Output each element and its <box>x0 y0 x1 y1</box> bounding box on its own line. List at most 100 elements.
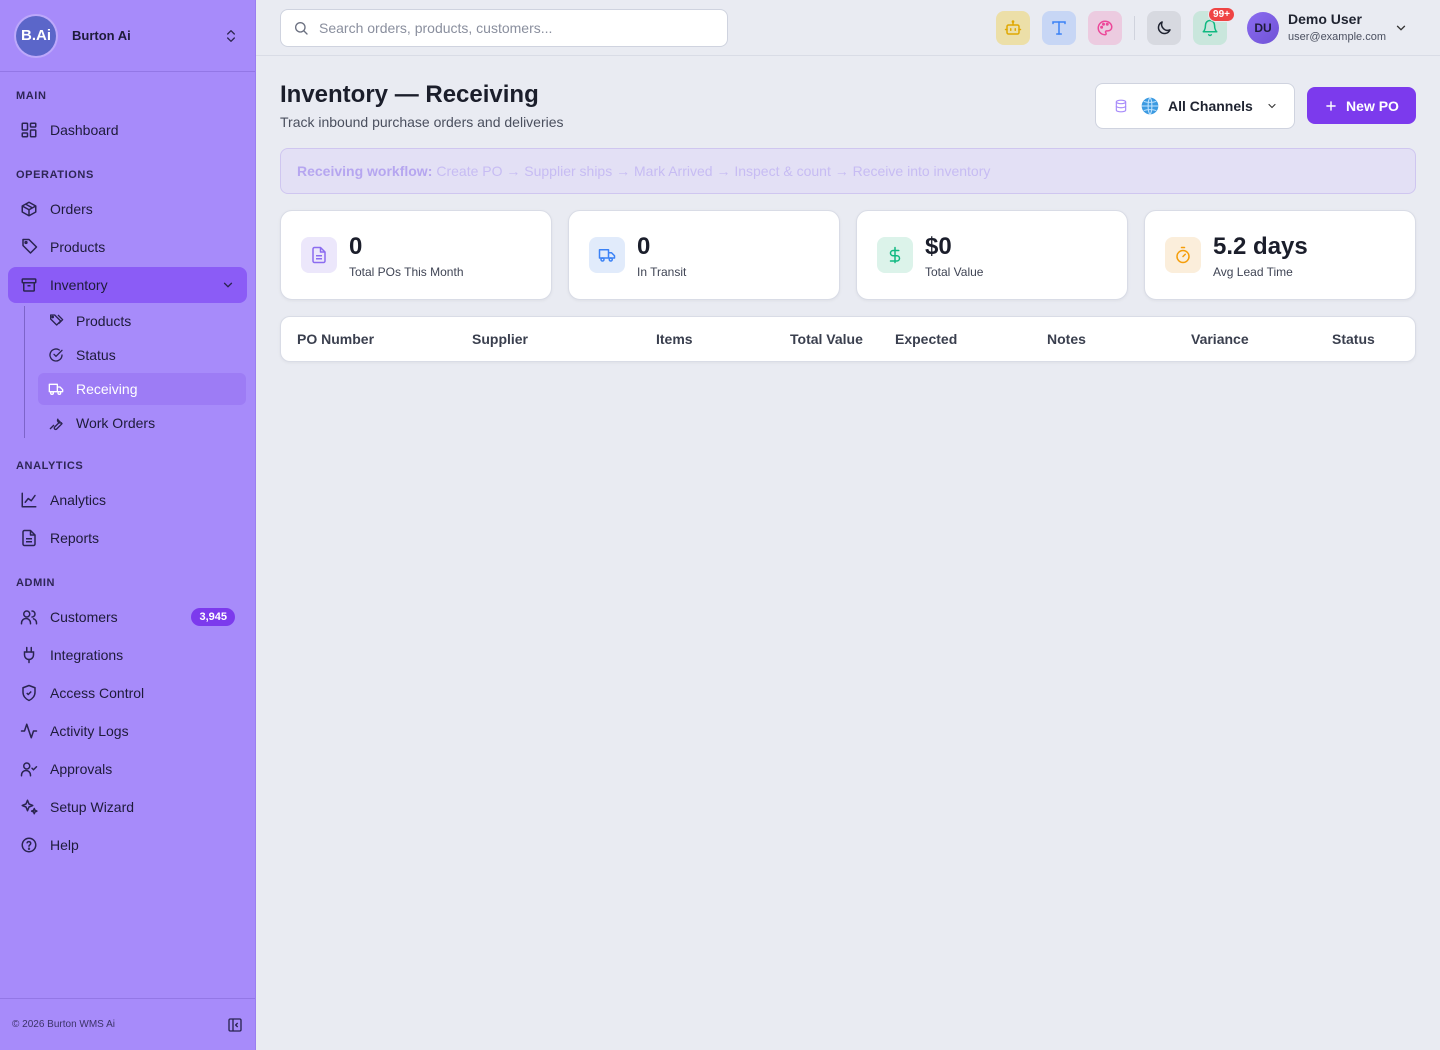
sidebar-item-analytics[interactable]: Analytics <box>8 482 247 518</box>
brand-logo: B.Ai <box>16 15 56 56</box>
stat-icon-box <box>301 237 337 273</box>
stat-value: 5.2 days <box>1213 233 1308 260</box>
search-input[interactable] <box>319 20 699 36</box>
chevrons-up-down-icon[interactable] <box>223 28 239 44</box>
sparkles-icon <box>21 799 38 815</box>
sidebar-item-setup-wizard[interactable]: Setup Wizard <box>8 789 247 825</box>
user-check-icon <box>20 762 38 777</box>
stat-label: Total Value <box>925 265 984 279</box>
sidebar-item-label: Access Control <box>50 685 145 701</box>
sidebar-item-inventory[interactable]: Inventory <box>8 267 247 303</box>
sidebar-item-label: Setup Wizard <box>50 799 135 815</box>
sidebar-item-label: Activity Logs <box>50 723 129 739</box>
dark-mode-button[interactable] <box>1147 11 1181 45</box>
sidebar-subitem-receiving[interactable]: Receiving <box>38 373 246 405</box>
help-circle-icon <box>21 837 37 853</box>
chevron-down-icon[interactable] <box>1394 21 1408 35</box>
workflow-label: Receiving workflow: <box>297 163 433 179</box>
avatar[interactable]: DU <box>1247 12 1279 44</box>
column-header-po-number[interactable]: PO Number <box>297 331 374 347</box>
database-icon <box>1115 99 1127 113</box>
column-header-notes[interactable]: Notes <box>1047 331 1086 347</box>
dollar-sign-icon <box>889 246 901 264</box>
stat-card-total-pos: 0 Total POs This Month <box>280 210 552 300</box>
stat-value: 0 <box>637 233 651 260</box>
sidebar-collapse-icon[interactable] <box>227 1017 243 1033</box>
shield-check-icon <box>22 684 36 702</box>
notification-count-badge: 99+ <box>1208 7 1235 22</box>
sidebar-item-label: Orders <box>50 201 93 217</box>
copyright-text: © 2026 Burton WMS Ai <box>12 1019 115 1030</box>
section-label-analytics: ANALYTICS <box>16 460 84 472</box>
column-header-expected[interactable]: Expected <box>895 331 957 347</box>
bot-icon <box>1004 20 1022 35</box>
sidebar-item-reports[interactable]: Reports <box>8 520 247 556</box>
sidebar-item-approvals[interactable]: Approvals <box>8 751 247 787</box>
stat-label: Avg Lead Time <box>1213 265 1293 279</box>
theme-palette-button[interactable] <box>1088 11 1122 45</box>
section-label-operations: OPERATIONS <box>16 169 94 181</box>
column-header-supplier[interactable]: Supplier <box>472 331 528 347</box>
purchase-orders-table: PO Number Supplier Items Total Value Exp… <box>280 316 1416 362</box>
submenu-line <box>24 306 25 438</box>
check-circle-icon <box>49 348 63 362</box>
sidebar-item-label: Products <box>50 239 106 255</box>
notifications-button[interactable]: 99+ <box>1193 7 1235 45</box>
sidebar-subitem-work-orders[interactable]: Work Orders <box>38 407 246 439</box>
search-box[interactable] <box>280 9 728 47</box>
type-icon <box>1052 21 1066 35</box>
column-header-items[interactable]: Items <box>656 331 693 347</box>
sidebar-item-orders[interactable]: Orders <box>8 191 247 227</box>
sidebar-item-dashboard[interactable]: Dashboard <box>8 112 247 148</box>
stat-icon-box <box>589 237 625 273</box>
file-text-icon <box>312 246 326 264</box>
stat-label: In Transit <box>637 265 687 279</box>
topbar: 99+ DU Demo User user@example.com <box>256 0 1440 56</box>
sidebar-subitem-label: Products <box>76 313 132 329</box>
stat-icon-box <box>1165 237 1201 273</box>
channel-select[interactable]: All Channels <box>1095 83 1295 129</box>
chevron-down-icon <box>1268 103 1276 109</box>
brand-header[interactable]: B.Ai Burton Ai <box>0 0 255 72</box>
ai-assistant-button[interactable] <box>996 11 1030 45</box>
palette-icon <box>1097 20 1113 36</box>
search-icon <box>295 22 308 35</box>
stat-label: Total POs This Month <box>349 265 464 279</box>
line-chart-icon <box>21 492 37 508</box>
sidebar: B.Ai Burton Ai MAIN Dashboard OPERATIONS… <box>0 0 256 1050</box>
sidebar-subitem-status[interactable]: Status <box>38 339 246 371</box>
sidebar-item-help[interactable]: Help <box>8 827 247 863</box>
sidebar-item-label: Help <box>50 837 79 853</box>
file-text-icon <box>22 529 36 547</box>
archive-icon <box>21 278 37 292</box>
customers-count-badge: 3,945 <box>191 608 235 626</box>
page-title: Inventory — Receiving <box>280 81 539 108</box>
sidebar-item-label: Integrations <box>50 647 124 663</box>
sidebar-item-products[interactable]: Products <box>8 229 247 265</box>
new-po-button[interactable]: New PO <box>1307 87 1416 124</box>
users-icon <box>20 610 38 625</box>
topbar-divider <box>1134 16 1135 40</box>
sidebar-subitem-products[interactable]: Products <box>38 305 246 337</box>
stat-card-avg-lead-time: 5.2 days Avg Lead Time <box>1144 210 1416 300</box>
stat-value: 0 <box>349 233 363 260</box>
sidebar-item-activity-logs[interactable]: Activity Logs <box>8 713 247 749</box>
column-header-variance[interactable]: Variance <box>1191 331 1249 347</box>
brand-name: Burton Ai <box>72 28 131 43</box>
sidebar-item-label: Approvals <box>50 761 113 777</box>
tag-icon <box>22 238 38 254</box>
column-header-total-value[interactable]: Total Value <box>790 331 863 347</box>
stat-card-in-transit: 0 In Transit <box>568 210 840 300</box>
user-name[interactable]: Demo User <box>1288 11 1362 27</box>
stat-value: $0 <box>925 233 952 260</box>
sidebar-subitem-label: Work Orders <box>76 415 156 431</box>
sidebar-item-integrations[interactable]: Integrations <box>8 637 247 673</box>
column-header-status[interactable]: Status <box>1332 331 1375 347</box>
plug-icon <box>23 646 35 664</box>
plus-icon <box>1326 100 1336 111</box>
sidebar-item-customers[interactable]: Customers 3,945 <box>8 599 247 635</box>
sidebar-item-access-control[interactable]: Access Control <box>8 675 247 711</box>
font-settings-button[interactable] <box>1042 11 1076 45</box>
truck-icon <box>48 383 64 395</box>
activity-icon <box>20 723 38 739</box>
